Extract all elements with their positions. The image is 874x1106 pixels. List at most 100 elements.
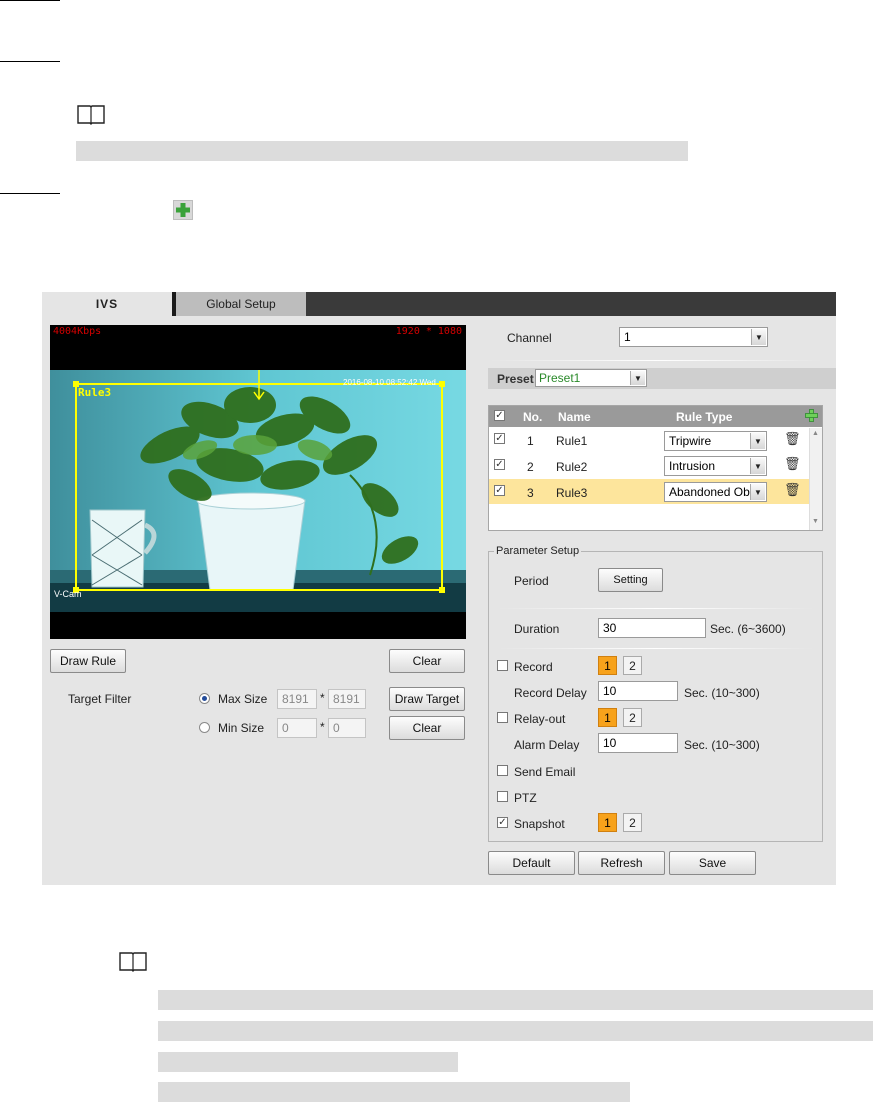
preset-value: Preset1 (539, 371, 581, 385)
row-no: 1 (527, 434, 534, 448)
note-icon (119, 952, 147, 972)
record-channel-1[interactable]: 1 (598, 656, 617, 675)
note-icon (77, 105, 105, 125)
row-no: 2 (527, 460, 534, 474)
min-width-input[interactable]: 0 (277, 718, 317, 738)
row-no: 3 (527, 486, 534, 500)
scroll-up-icon[interactable]: ▲ (812, 430, 819, 437)
channel-overlay-label: V-Cam (54, 589, 82, 599)
duration-range: Sec. (6~3600) (710, 622, 786, 636)
rule-overlay-label: Rule3 (78, 386, 112, 399)
delete-icon[interactable]: 🗑 (784, 431, 801, 447)
refresh-button[interactable]: Refresh (578, 851, 665, 875)
video-preview[interactable]: 4004Kbps 1920 * 1080 2016-08-10 08:52:42… (50, 325, 466, 639)
row-checkbox[interactable]: ✓ (494, 459, 505, 470)
preset-label: Preset (497, 372, 534, 386)
rule-type-value: Intrusion (669, 459, 716, 473)
rule-type-select[interactable]: Tripwire ▼ (664, 431, 767, 451)
min-size-radio[interactable] (199, 722, 210, 733)
duration-label: Duration (514, 622, 560, 636)
rule-type-select[interactable]: Intrusion ▼ (664, 456, 767, 476)
period-setting-button[interactable]: Setting (598, 568, 663, 592)
note-text-block (76, 141, 688, 161)
row-checkbox[interactable]: ✓ (494, 485, 505, 496)
alarm-delay-input[interactable]: 10 (598, 733, 678, 753)
video-resolution: 1920 * 1080 (395, 326, 462, 337)
chevron-down-icon: ▼ (750, 458, 765, 474)
row-name: Rule1 (556, 434, 588, 448)
duration-input[interactable]: 30 (598, 618, 706, 638)
record-delay-label: Record Delay (514, 686, 587, 700)
snapshot-label: Snapshot (514, 817, 565, 831)
note-text-line (158, 1082, 630, 1102)
record-delay-input[interactable]: 10 (598, 681, 678, 701)
period-divider (498, 608, 814, 609)
draw-target-button[interactable]: Draw Target (389, 687, 465, 711)
max-times-sign: * (320, 691, 325, 705)
step-rule-1 (0, 0, 60, 1)
video-bitrate: 4004Kbps (53, 326, 102, 337)
clear-rule-button[interactable]: Clear (389, 649, 465, 673)
ptz-checkbox[interactable] (497, 791, 508, 802)
duration-divider (498, 648, 814, 649)
scroll-down-icon[interactable]: ▼ (812, 518, 819, 525)
channel-label: Channel (507, 331, 552, 345)
step-rule-2 (0, 61, 60, 62)
chevron-down-icon: ▼ (750, 484, 765, 500)
col-rule-type: Rule Type (676, 410, 733, 424)
row-checkbox[interactable]: ✓ (494, 433, 505, 444)
snapshot-checkbox[interactable]: ✓ (497, 817, 508, 828)
note-text-line (158, 1021, 873, 1041)
tab-ivs[interactable]: IVS (42, 292, 172, 316)
max-size-label: Max Size (218, 692, 268, 706)
default-button[interactable]: Default (488, 851, 575, 875)
draw-rule-button[interactable]: Draw Rule (50, 649, 126, 673)
send-email-checkbox[interactable] (497, 765, 508, 776)
alarm-delay-label: Alarm Delay (514, 738, 580, 752)
min-size-label: Min Size (218, 721, 265, 735)
ptz-label: PTZ (514, 791, 537, 805)
min-height-input[interactable]: 0 (328, 718, 366, 738)
channel-select[interactable]: 1 ▼ (619, 327, 768, 347)
select-all-checkbox[interactable]: ✓ (494, 410, 505, 421)
max-size-radio[interactable] (199, 693, 210, 704)
rule-type-value: Abandoned Ob (669, 485, 750, 499)
step-rule-3 (0, 193, 60, 194)
record-checkbox[interactable] (497, 660, 508, 671)
send-email-label: Send Email (514, 765, 576, 779)
relay-out-checkbox[interactable] (497, 712, 508, 723)
relay-out-label: Relay-out (514, 712, 566, 726)
camera-scene (50, 370, 466, 612)
record-delay-range: Sec. (10~300) (684, 686, 760, 700)
rule-type-value: Tripwire (669, 434, 712, 448)
record-channel-2[interactable]: 2 (623, 656, 642, 675)
col-no: No. (523, 410, 543, 424)
max-width-input[interactable]: 8191 (277, 689, 317, 709)
max-height-input[interactable]: 8191 (328, 689, 366, 709)
save-button[interactable]: Save (669, 851, 756, 875)
min-times-sign: * (320, 720, 325, 734)
clear-target-button[interactable]: Clear (389, 716, 465, 740)
tab-global-setup-label: Global Setup (206, 297, 276, 311)
snapshot-channel-1[interactable]: 1 (598, 813, 617, 832)
relay-channel-2[interactable]: 2 (623, 708, 642, 727)
delete-icon[interactable]: 🗑 (784, 482, 801, 498)
note-text-line (158, 990, 873, 1010)
snapshot-channel-2[interactable]: 2 (623, 813, 642, 832)
chevron-down-icon: ▼ (751, 329, 766, 345)
rule-type-select[interactable]: Abandoned Ob ▼ (664, 482, 767, 502)
note-text-line (158, 1052, 458, 1072)
channel-divider (490, 360, 822, 361)
add-rule-icon[interactable] (805, 409, 818, 422)
preset-select[interactable]: Preset1 ▼ (535, 369, 647, 387)
relay-channel-1[interactable]: 1 (598, 708, 617, 727)
target-filter-label: Target Filter (68, 692, 132, 706)
delete-icon[interactable]: 🗑 (784, 456, 801, 472)
tab-global-setup[interactable]: Global Setup (176, 292, 306, 316)
video-timestamp: 2016-08-10 08:52:42 Wed (343, 378, 436, 387)
rules-scrollbar[interactable]: ▲ ▼ (809, 428, 822, 530)
channel-value: 1 (624, 330, 631, 344)
tab-ivs-label: IVS (95, 297, 119, 311)
chevron-down-icon: ▼ (750, 433, 765, 449)
period-label: Period (514, 574, 549, 588)
